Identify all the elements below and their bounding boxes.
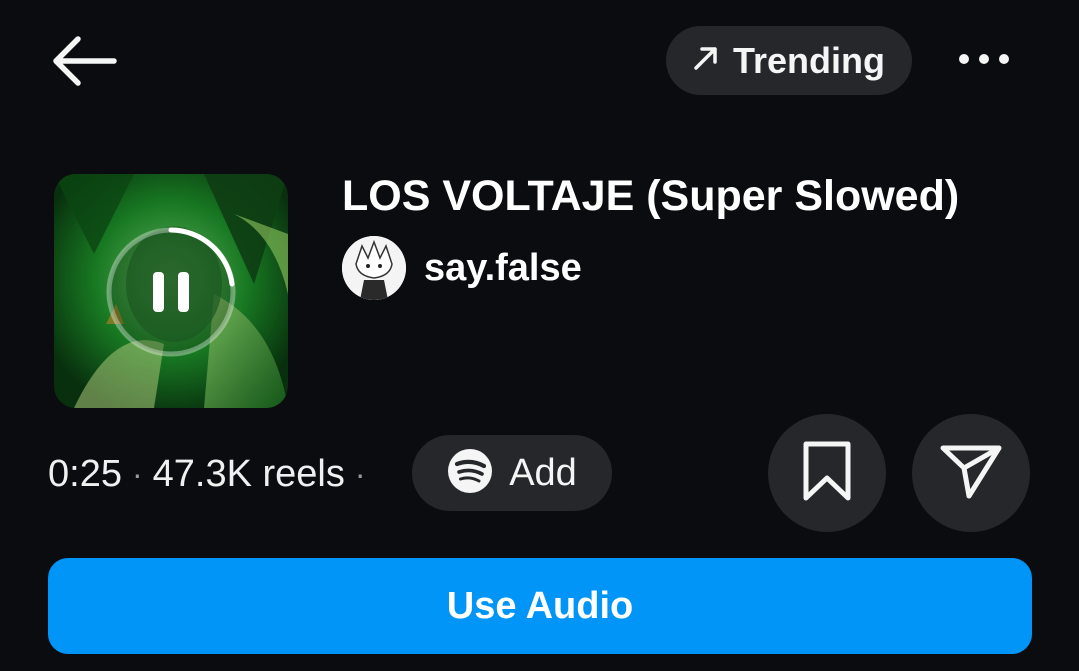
use-audio-label: Use Audio bbox=[446, 584, 634, 627]
bookmark-icon bbox=[800, 440, 854, 507]
trending-label: Trending bbox=[733, 39, 885, 81]
track-title: LOS VOLTAJE (Super Slowed) bbox=[342, 172, 960, 220]
arrow-up-right-icon bbox=[693, 45, 719, 76]
artist-link[interactable]: say.false bbox=[342, 236, 582, 300]
more-horizontal-icon bbox=[958, 52, 1010, 71]
audio-meta: 0:25 · 47.3K reels · bbox=[48, 446, 376, 502]
reels-count: 47.3K reels bbox=[152, 452, 345, 495]
avatar bbox=[342, 236, 406, 300]
more-options-button[interactable] bbox=[946, 34, 1022, 88]
spotify-add-label: Add bbox=[509, 451, 577, 494]
use-audio-button[interactable]: Use Audio bbox=[48, 558, 1032, 654]
send-icon bbox=[939, 442, 1003, 505]
save-audio-button[interactable] bbox=[768, 414, 886, 532]
separator: · bbox=[354, 455, 366, 492]
spotify-icon bbox=[447, 448, 493, 499]
album-art[interactable] bbox=[54, 174, 288, 408]
artist-name: say.false bbox=[424, 246, 582, 289]
back-button[interactable] bbox=[40, 30, 126, 96]
arrow-left-icon bbox=[48, 35, 118, 91]
pause-icon[interactable] bbox=[151, 270, 191, 314]
duration: 0:25 bbox=[48, 452, 122, 495]
separator: · bbox=[131, 455, 143, 492]
spotify-add-button[interactable]: Add bbox=[412, 435, 612, 511]
trending-button[interactable]: Trending bbox=[666, 26, 912, 95]
share-button[interactable] bbox=[912, 414, 1030, 532]
